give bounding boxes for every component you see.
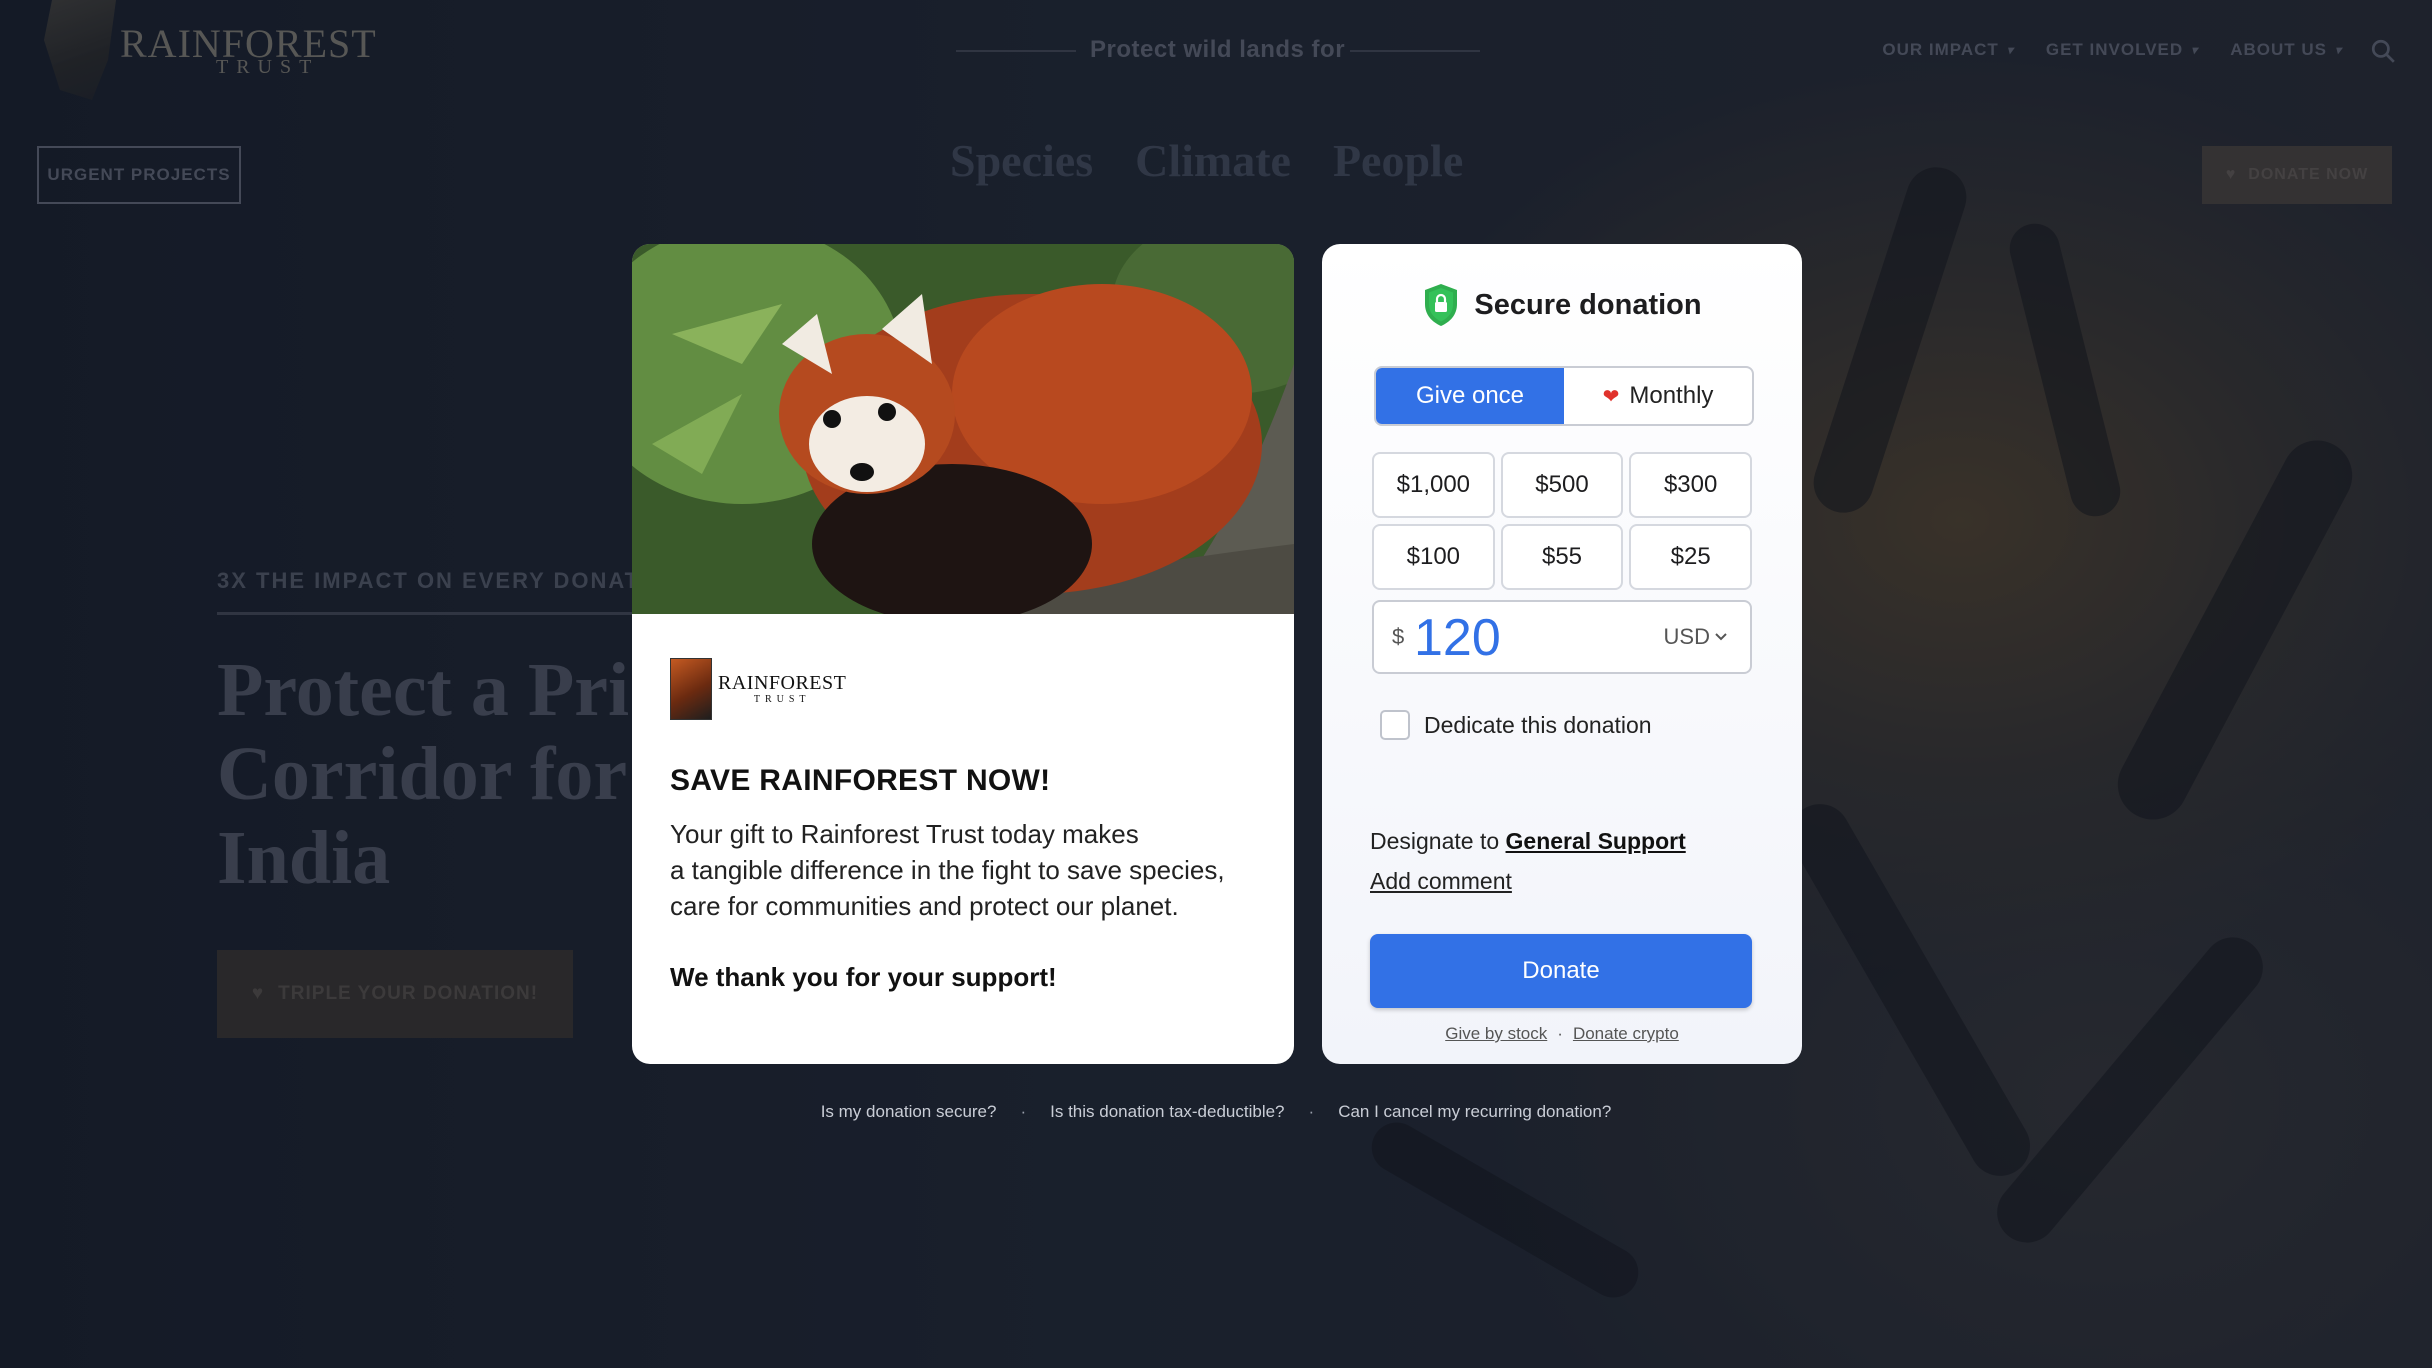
faq-tax-link[interactable]: Is this donation tax-deductible? bbox=[1050, 1102, 1284, 1122]
brand-sub: TRUST bbox=[753, 694, 811, 705]
body-line: Your gift to Rainforest Trust today make… bbox=[670, 819, 1139, 849]
separator: · bbox=[1020, 1102, 1027, 1121]
monthly-label: Monthly bbox=[1629, 382, 1714, 409]
brand-text: RAINFOREST TRUST bbox=[718, 673, 846, 705]
amount-option[interactable]: $1,000 bbox=[1372, 452, 1495, 518]
shield-lock-icon bbox=[1425, 284, 1458, 326]
dedicate-checkbox[interactable] bbox=[1380, 710, 1410, 740]
frequency-toggle: Give once ❤ Monthly bbox=[1374, 366, 1754, 426]
separator: · bbox=[1557, 1024, 1563, 1043]
custom-amount-value[interactable]: 120 bbox=[1414, 608, 1501, 668]
faq-secure-link[interactable]: Is my donation secure? bbox=[821, 1102, 997, 1122]
give-once-label: Give once bbox=[1415, 382, 1525, 409]
designate-row: Designate to General Support bbox=[1370, 828, 1686, 855]
donate-crypto-link[interactable]: Donate crypto bbox=[1573, 1024, 1679, 1044]
brand-name: RAINFOREST bbox=[718, 672, 847, 694]
amount-grid: $1,000 $500 $300 $100 $55 $25 bbox=[1372, 452, 1752, 590]
heart-icon: ❤ bbox=[1602, 385, 1620, 408]
add-comment-link[interactable]: Add comment bbox=[1370, 868, 1512, 895]
thanks-message: We thank you for your support! bbox=[670, 962, 1057, 992]
currency-code: USD bbox=[1663, 624, 1710, 649]
body-line: a tangible difference in the fight to sa… bbox=[670, 855, 1225, 885]
chevron-down-icon bbox=[1715, 633, 1727, 641]
amount-option[interactable]: $500 bbox=[1500, 452, 1624, 518]
brand-logo: RAINFOREST TRUST bbox=[670, 658, 846, 720]
secure-donation-title: Secure donation bbox=[1474, 288, 1702, 321]
give-once-tab[interactable]: Give once bbox=[1376, 368, 1564, 424]
red-panda-photo bbox=[632, 244, 1294, 614]
faq-cancel-link[interactable]: Can I cancel my recurring donation? bbox=[1338, 1102, 1611, 1122]
currency-select[interactable]: USD bbox=[1664, 624, 1728, 650]
faq-links: Is my donation secure? · Is this donatio… bbox=[0, 1102, 2432, 1122]
amount-option[interactable]: $55 bbox=[1500, 524, 1624, 590]
currency-symbol: $ bbox=[1392, 624, 1405, 649]
body-line: care for communities and protect our pla… bbox=[670, 891, 1179, 921]
custom-amount-input[interactable]: $ 120 USD bbox=[1372, 600, 1752, 674]
secure-header: Secure donation bbox=[1322, 282, 1802, 328]
campaign-card: RAINFOREST TRUST SAVE RAINFOREST NOW! Yo… bbox=[632, 244, 1294, 1064]
campaign-title: SAVE RAINFOREST NOW! bbox=[670, 764, 1051, 797]
separator: · bbox=[1308, 1102, 1315, 1121]
give-by-stock-link[interactable]: Give by stock bbox=[1445, 1024, 1547, 1044]
designate-prefix: Designate to bbox=[1370, 828, 1500, 854]
amount-option[interactable]: $100 bbox=[1372, 524, 1495, 590]
monthly-tab[interactable]: ❤ Monthly bbox=[1564, 368, 1752, 424]
designate-link[interactable]: General Support bbox=[1506, 828, 1686, 854]
donation-form: Secure donation Give once ❤ Monthly $1,0… bbox=[1322, 244, 1802, 1064]
amount-option[interactable]: $300 bbox=[1629, 452, 1752, 518]
campaign-body: Your gift to Rainforest Trust today make… bbox=[670, 816, 1270, 924]
dedicate-label: Dedicate this donation bbox=[1424, 711, 1652, 738]
alternative-donation-links: Give by stock · Donate crypto bbox=[1322, 1024, 1802, 1044]
amount-option[interactable]: $25 bbox=[1629, 524, 1752, 590]
donate-button[interactable]: Donate bbox=[1370, 934, 1752, 1008]
dedicate-option[interactable]: Dedicate this donation bbox=[1380, 710, 1652, 740]
rainforest-trust-logo-icon bbox=[670, 658, 712, 720]
